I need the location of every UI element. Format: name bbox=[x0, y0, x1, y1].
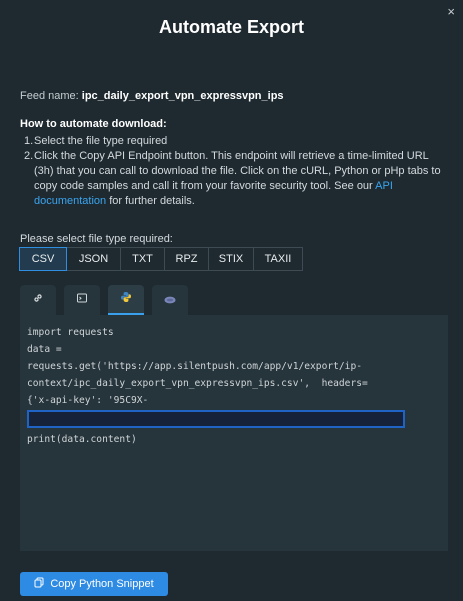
step-1-number: 1. bbox=[24, 135, 34, 147]
filetype-selector: CSV JSON TXT RPZ STIX TAXII bbox=[19, 247, 303, 271]
tab-curl[interactable] bbox=[64, 285, 100, 315]
snippet-tabs bbox=[20, 285, 196, 315]
code-line: requests.get('https://app.silentpush.com… bbox=[27, 361, 363, 372]
automate-export-modal: × Automate Export Feed name: ipc_daily_e… bbox=[0, 0, 463, 601]
link-icon bbox=[32, 291, 44, 309]
step-2-number: 2. bbox=[24, 150, 34, 162]
code-line: print(data.content) bbox=[27, 434, 137, 445]
copy-python-snippet-button[interactable]: Copy Python Snippet bbox=[20, 572, 168, 596]
tab-endpoint[interactable] bbox=[20, 285, 56, 315]
feed-name-value: ipc_daily_export_vpn_expressvpn_ips bbox=[81, 90, 284, 102]
feed-name-label: Feed name: bbox=[20, 90, 79, 102]
code-line: {'x-api-key': '95C9X- bbox=[27, 395, 149, 406]
filetype-taxii-button[interactable]: TAXII bbox=[253, 247, 303, 271]
copy-icon bbox=[34, 577, 50, 591]
php-icon bbox=[164, 291, 176, 309]
code-snippet[interactable]: import requests data = requests.get('htt… bbox=[20, 315, 448, 551]
copy-button-label: Copy Python Snippet bbox=[50, 578, 154, 590]
tab-php[interactable] bbox=[152, 285, 188, 315]
step-1: 1. Select the file type required bbox=[24, 134, 449, 149]
redacted-api-key bbox=[27, 410, 405, 428]
filetype-rpz-button[interactable]: RPZ bbox=[164, 247, 209, 271]
step-2: 2. Click the Copy API Endpoint button. T… bbox=[24, 149, 449, 209]
instructions-steps: 1. Select the file type required 2. Clic… bbox=[24, 134, 449, 209]
feed-name: Feed name: ipc_daily_export_vpn_expressv… bbox=[20, 90, 284, 102]
tab-python[interactable] bbox=[108, 285, 144, 315]
code-line: data = bbox=[27, 344, 62, 355]
python-icon bbox=[120, 290, 132, 308]
code-line: import requests bbox=[27, 327, 114, 338]
modal-title: Automate Export bbox=[158, 17, 304, 37]
filetype-csv-button[interactable]: CSV bbox=[19, 247, 67, 271]
filetype-json-button[interactable]: JSON bbox=[66, 247, 121, 271]
filetype-label: Please select file type required: bbox=[20, 233, 173, 245]
step-2-tail: for further details. bbox=[106, 195, 195, 207]
step-2-body: Click the Copy API Endpoint button. This… bbox=[34, 149, 449, 209]
filetype-stix-button[interactable]: STIX bbox=[208, 247, 254, 271]
terminal-icon bbox=[76, 291, 88, 309]
instructions-heading: How to automate download: bbox=[20, 118, 167, 130]
filetype-txt-button[interactable]: TXT bbox=[120, 247, 165, 271]
code-line: context/ipc_daily_export_vpn_expressvpn_… bbox=[27, 378, 368, 389]
step-1-text: Select the file type required bbox=[34, 135, 168, 147]
